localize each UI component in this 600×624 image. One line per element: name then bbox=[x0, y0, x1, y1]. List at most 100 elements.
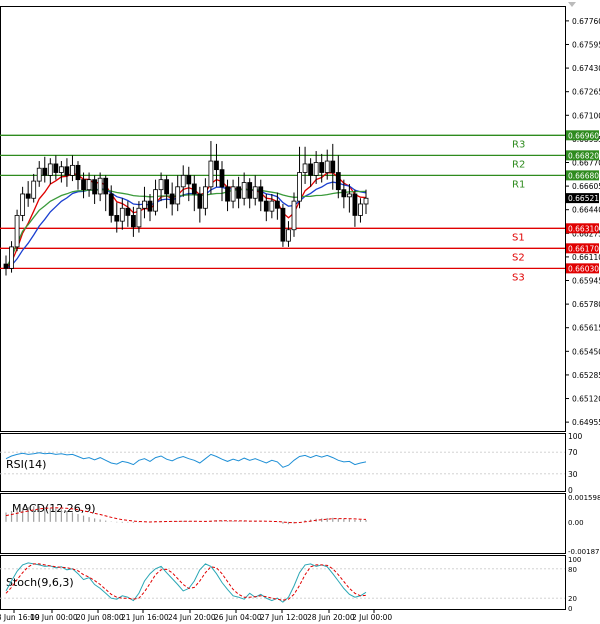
price-tick-label: 0.65780 bbox=[572, 300, 600, 309]
candle bbox=[335, 155, 341, 199]
candle bbox=[20, 186, 26, 222]
candle bbox=[81, 172, 86, 199]
candle-body-down bbox=[169, 193, 175, 205]
candle bbox=[219, 161, 225, 202]
candle bbox=[58, 161, 64, 183]
candle bbox=[47, 158, 53, 184]
rsi-line bbox=[5, 452, 367, 468]
candle-body-up bbox=[346, 193, 352, 198]
candle bbox=[197, 186, 203, 223]
candle-body-down bbox=[308, 163, 314, 176]
price-tick-label: 0.65120 bbox=[572, 395, 600, 404]
candle bbox=[14, 209, 20, 252]
current-price-marker: 0.66521 bbox=[566, 193, 599, 204]
candle-body-down bbox=[258, 186, 264, 202]
candle-body-up bbox=[97, 177, 103, 195]
candle-body-up bbox=[297, 172, 302, 202]
candle-body-down bbox=[125, 207, 131, 216]
candle bbox=[225, 179, 230, 212]
candle bbox=[3, 255, 9, 276]
candle-body-up bbox=[252, 186, 258, 199]
candle-body-up bbox=[180, 174, 186, 188]
candle-body-down bbox=[330, 160, 336, 173]
candle-body-up bbox=[202, 186, 208, 209]
candle-body-down bbox=[147, 200, 153, 212]
candle-body-up bbox=[9, 246, 14, 269]
price-tick-label: 0.65615 bbox=[572, 324, 600, 333]
candle-body-down bbox=[64, 166, 70, 176]
stoch-label: Stoch(9,6,3) bbox=[6, 576, 74, 589]
scroll-marker-icon[interactable] bbox=[568, 2, 576, 7]
ma-slow-line bbox=[5, 188, 367, 269]
candle-body-up bbox=[58, 166, 64, 173]
macd-tick-label: 0.001598 bbox=[568, 494, 600, 502]
level-price-label: 0.66310 bbox=[568, 224, 599, 233]
price-tick-label: 0.67595 bbox=[572, 40, 600, 49]
candle-body-down bbox=[352, 193, 358, 216]
candle bbox=[31, 173, 37, 203]
candle-body-up bbox=[324, 160, 330, 173]
candle-body-up bbox=[20, 193, 26, 216]
stoch-tick-label: 20 bbox=[568, 595, 577, 603]
forex-chart: 0.67760 0.67595 0.67430 0.67265 0.67100 0.669… bbox=[0, 2, 600, 622]
time-axis: 18 Jun 16:0019 Jun 00:0020 Jun 08:0021 J… bbox=[0, 609, 392, 622]
candle bbox=[208, 141, 214, 194]
candle-body-down bbox=[103, 177, 109, 195]
macd-tick-label: 0.00 bbox=[568, 519, 584, 527]
candle bbox=[169, 182, 175, 216]
candle-body-up bbox=[86, 179, 92, 191]
candle bbox=[125, 201, 131, 227]
time-tick-label: 26 Jun 04:00 bbox=[214, 613, 262, 622]
time-tick-label: 2 Jul 00:00 bbox=[352, 613, 392, 622]
candle bbox=[258, 179, 264, 212]
candle-body-up bbox=[158, 179, 164, 191]
stoch-tick-label: 0 bbox=[568, 605, 572, 613]
time-tick-label: 27 Jun 12:00 bbox=[260, 613, 308, 622]
level-price-label: 0.66680 bbox=[568, 171, 599, 180]
candle bbox=[70, 155, 75, 182]
rsi-tick-label: 70 bbox=[568, 448, 578, 457]
candle-body-down bbox=[114, 215, 120, 222]
candle-body-down bbox=[75, 164, 81, 181]
time-tick-label: 28 Jun 20:00 bbox=[307, 613, 355, 622]
candle bbox=[286, 221, 291, 247]
candle bbox=[352, 189, 358, 227]
candle-body-down bbox=[225, 186, 230, 202]
candle-body-down bbox=[108, 193, 114, 216]
ma-fast-line bbox=[5, 172, 367, 269]
price-tick-label: 0.67100 bbox=[572, 111, 600, 120]
price-tick-label: 0.67265 bbox=[572, 88, 600, 97]
price-axis: 0.67760 0.67595 0.67430 0.67265 0.67100 0.669… bbox=[565, 17, 600, 427]
candle bbox=[92, 175, 98, 204]
level-name-s1: S1 bbox=[512, 232, 525, 243]
candle-body-down bbox=[214, 160, 219, 171]
candle bbox=[103, 175, 109, 212]
candle-body-up bbox=[291, 200, 297, 231]
candle bbox=[36, 161, 42, 187]
time-tick-label: 21 Jun 16:00 bbox=[121, 613, 169, 622]
candle bbox=[153, 179, 158, 216]
candle bbox=[230, 179, 236, 209]
candle bbox=[302, 146, 308, 184]
price-tick-label: 0.67760 bbox=[572, 17, 600, 26]
candle-body-down bbox=[42, 167, 48, 176]
candle-body-down bbox=[236, 186, 242, 199]
candle bbox=[202, 178, 208, 216]
candle-body-up bbox=[153, 189, 158, 212]
macd-pane: MACD(12,26,9) 0.001598 0.00 -0.001876 bbox=[5, 494, 600, 556]
candle bbox=[42, 156, 48, 183]
level-name-s2: S2 bbox=[512, 252, 525, 263]
candle-body-down bbox=[191, 183, 197, 195]
rsi-pane: RSI(14) 10070300 bbox=[0, 432, 583, 495]
candle bbox=[164, 175, 170, 209]
candle-body-down bbox=[186, 174, 192, 185]
price-tick-label: 0.64955 bbox=[572, 418, 600, 427]
candle bbox=[291, 192, 297, 237]
price-tick-label: 0.65450 bbox=[572, 347, 600, 356]
macd-label: MACD(12,26,9) bbox=[12, 502, 96, 515]
price-tick-label: 0.66110 bbox=[572, 253, 600, 262]
level-price-label: 0.66170 bbox=[568, 244, 599, 253]
candle-body-up bbox=[313, 162, 319, 176]
candle-body-down bbox=[247, 182, 253, 199]
candle bbox=[358, 198, 363, 223]
